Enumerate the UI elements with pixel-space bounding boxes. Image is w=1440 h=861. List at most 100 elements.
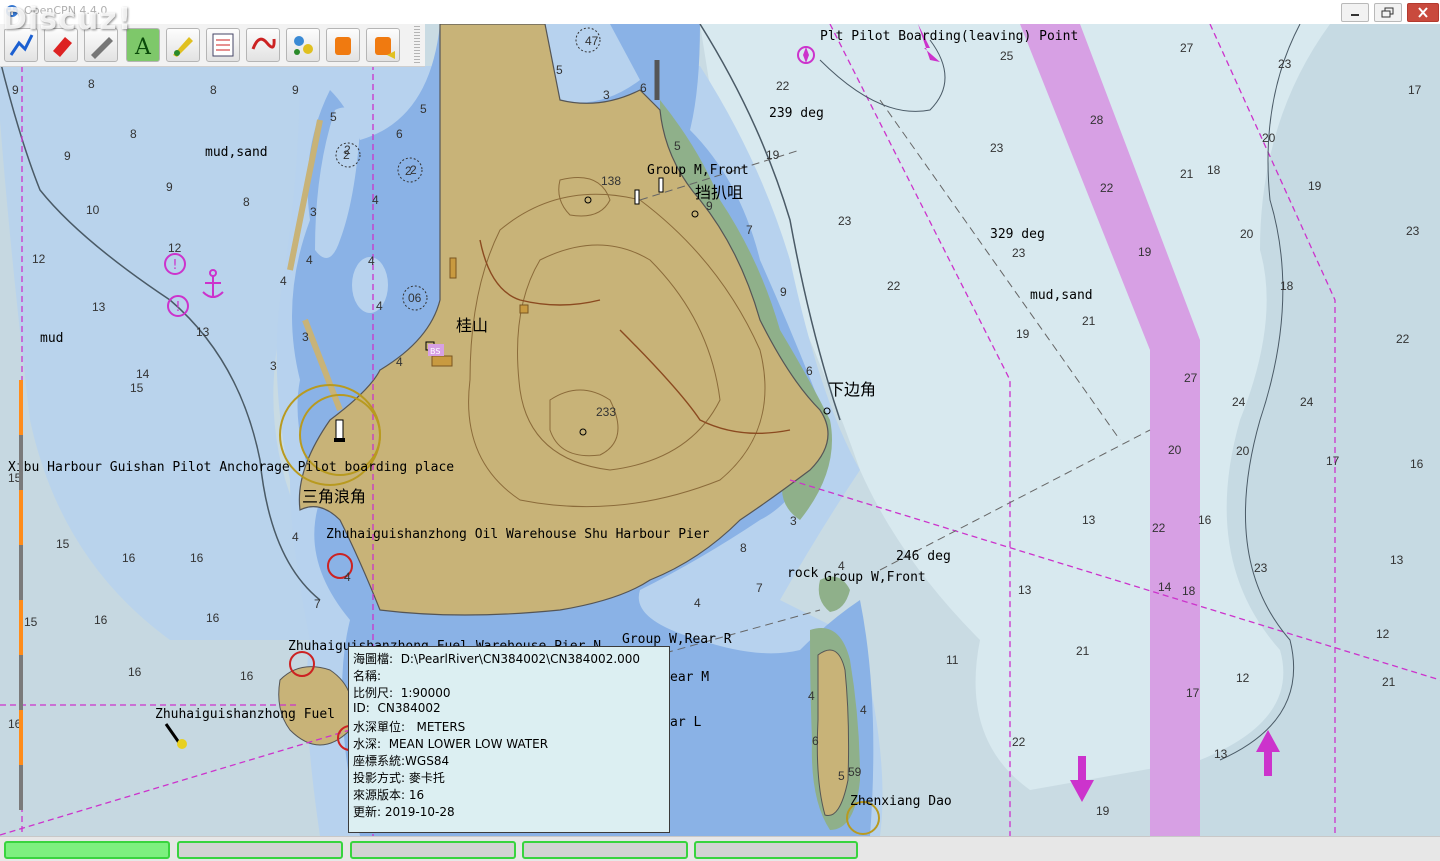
depth-sounding: 22 <box>1012 735 1026 749</box>
label-oil-warehouse-pier: Zhuhaiguishanzhong Oil Warehouse Shu Har… <box>326 527 710 542</box>
depth-sounding: 16 <box>122 551 136 565</box>
depth-sounding: 17 <box>1186 686 1200 700</box>
info-row-name: 名稱: <box>353 669 382 683</box>
depth-sounding: 22 <box>1100 181 1114 195</box>
minimize-icon <box>1351 14 1359 16</box>
depth-sounding: 4 <box>306 253 313 267</box>
settings-tool-button[interactable] <box>286 28 320 62</box>
depth-sounding: 18 <box>1280 279 1294 293</box>
depth-sounding: 4 <box>376 299 383 313</box>
depth-sounding: 28 <box>1090 113 1104 127</box>
beacon-icon-m-front[interactable] <box>634 189 640 205</box>
depth-sounding: 14 <box>1158 580 1172 594</box>
label-seabed-1: mud,sand <box>205 145 268 160</box>
label-rear-m: ear M <box>670 670 709 685</box>
depth-sounding: 17 <box>1408 83 1422 97</box>
info-row-datum: 座標系統:WGS84 <box>353 754 450 768</box>
chart-info-panel: 海圖檔: D:\PearlRiver\CN384002\CN384002.000… <box>348 646 670 833</box>
building-3 <box>519 304 529 314</box>
depth-sounding: 15 <box>24 615 38 629</box>
svg-text:A: A <box>134 35 152 60</box>
depth-scale-bar <box>19 380 23 810</box>
depth-sounding: 4 <box>808 689 815 703</box>
depth-sounding: 4 <box>396 355 403 369</box>
depth-sounding: 12 <box>168 241 182 255</box>
depth-sounding: 23 <box>838 214 852 228</box>
label-xibu-anchorage: Xibu Harbour Guishan Pilot Anchorage Pil… <box>8 460 454 475</box>
sounding-06: 06 <box>408 291 422 305</box>
svg-text:!: ! <box>175 300 180 315</box>
depth-sounding: 22 <box>1396 332 1410 346</box>
status-pane-5 <box>694 841 858 859</box>
stop-tool-button[interactable] <box>326 28 360 62</box>
depth-sounding: 24 <box>1300 395 1314 409</box>
depth-sounding: 16 <box>94 613 108 627</box>
checklist-tool-button[interactable] <box>206 28 240 62</box>
depth-sounding: 10 <box>86 203 100 217</box>
depth-sounding: 6 <box>806 364 813 378</box>
sounding-47: 47 <box>585 34 599 48</box>
depth-sounding: 3 <box>603 88 610 102</box>
depth-sounding: 23 <box>1254 561 1268 575</box>
depth-sounding: 20 <box>1262 131 1276 145</box>
depth-sounding: 27 <box>1184 371 1198 385</box>
depth-sounding: 9 <box>706 199 713 213</box>
depth-sounding: 12 <box>1376 627 1390 641</box>
depth-sounding: 5 <box>674 139 681 153</box>
checklist-icon <box>212 33 234 57</box>
depth-sounding: 12 <box>32 252 46 266</box>
depth-sounding: 18 <box>1182 584 1196 598</box>
nautical-chart[interactable]: ! ! BS Plt Pilot Boarding(leaving) Point… <box>0 24 1440 836</box>
label-fuel: Zhuhaiguishanzhong Fuel <box>155 707 335 722</box>
info-row-projection: 投影方式: 麥卡托 <box>353 771 445 785</box>
info-row-depth-datum: 水深: MEAN LOWER LOW WATER <box>353 737 549 751</box>
label-xiabianjiao: 下边角 <box>828 380 876 399</box>
label-group-m-front: Group M,Front <box>647 163 749 178</box>
depth-sounding: 7 <box>756 581 763 595</box>
maximize-button[interactable] <box>1374 3 1402 22</box>
depth-sounding: 24 <box>1232 395 1246 409</box>
depth-sounding: 16 <box>1198 513 1212 527</box>
depth-sounding: 6 <box>812 734 819 748</box>
route-curve-icon <box>251 37 276 50</box>
close-icon <box>1418 7 1428 18</box>
record-icon <box>375 37 395 59</box>
depth-sounding: 4 <box>694 596 701 610</box>
depth-sounding: 3 <box>302 330 309 344</box>
depth-sounding: 4 <box>838 559 845 573</box>
depth-sounding: 9 <box>12 83 19 97</box>
depth-sounding: 8 <box>88 77 95 91</box>
beacon-icon-m-rear[interactable] <box>658 177 664 193</box>
depth-sounding: 2 <box>410 163 417 177</box>
depth-sounding: 4 <box>368 254 375 268</box>
info-row-scale: 比例尺: 1:90000 <box>353 686 451 700</box>
restore-icon <box>1381 7 1394 18</box>
route-curve-tool-button[interactable] <box>246 28 280 62</box>
depth-sounding: 13 <box>1390 553 1404 567</box>
lighthouse-icon[interactable] <box>334 419 345 442</box>
info-row-depth-units: 水深單位: METERS <box>353 720 466 734</box>
close-button[interactable] <box>1407 3 1439 22</box>
depth-sounding: 19 <box>1308 179 1322 193</box>
label-246-deg: 246 deg <box>896 549 951 564</box>
depth-sounding: 16 <box>206 611 220 625</box>
depth-sounding: 4 <box>372 193 379 207</box>
zhenxiang-island <box>816 649 850 817</box>
depth-sounding: 8 <box>210 83 217 97</box>
toolbar-grip[interactable] <box>414 26 420 64</box>
depth-sounding: 20 <box>1236 444 1250 458</box>
depth-sounding: 9 <box>292 83 299 97</box>
depth-sounding: 7 <box>746 223 753 237</box>
depth-sounding: 19 <box>1138 245 1152 259</box>
svg-text:!: ! <box>172 258 177 273</box>
minimize-button[interactable] <box>1341 3 1369 22</box>
mark-tool-button[interactable] <box>166 28 200 62</box>
window-titlebar: OpenCPN 4.4.0 <box>0 0 1440 25</box>
depth-sounding: 16 <box>190 551 204 565</box>
depth-sounding: 6 <box>640 81 647 95</box>
depth-sounding: 5 <box>838 769 845 783</box>
record-tool-button[interactable] <box>366 28 400 62</box>
depth-sounding: 15 <box>56 537 70 551</box>
depth-sounding: 22 <box>1152 521 1166 535</box>
depth-sounding: 7 <box>314 597 321 611</box>
